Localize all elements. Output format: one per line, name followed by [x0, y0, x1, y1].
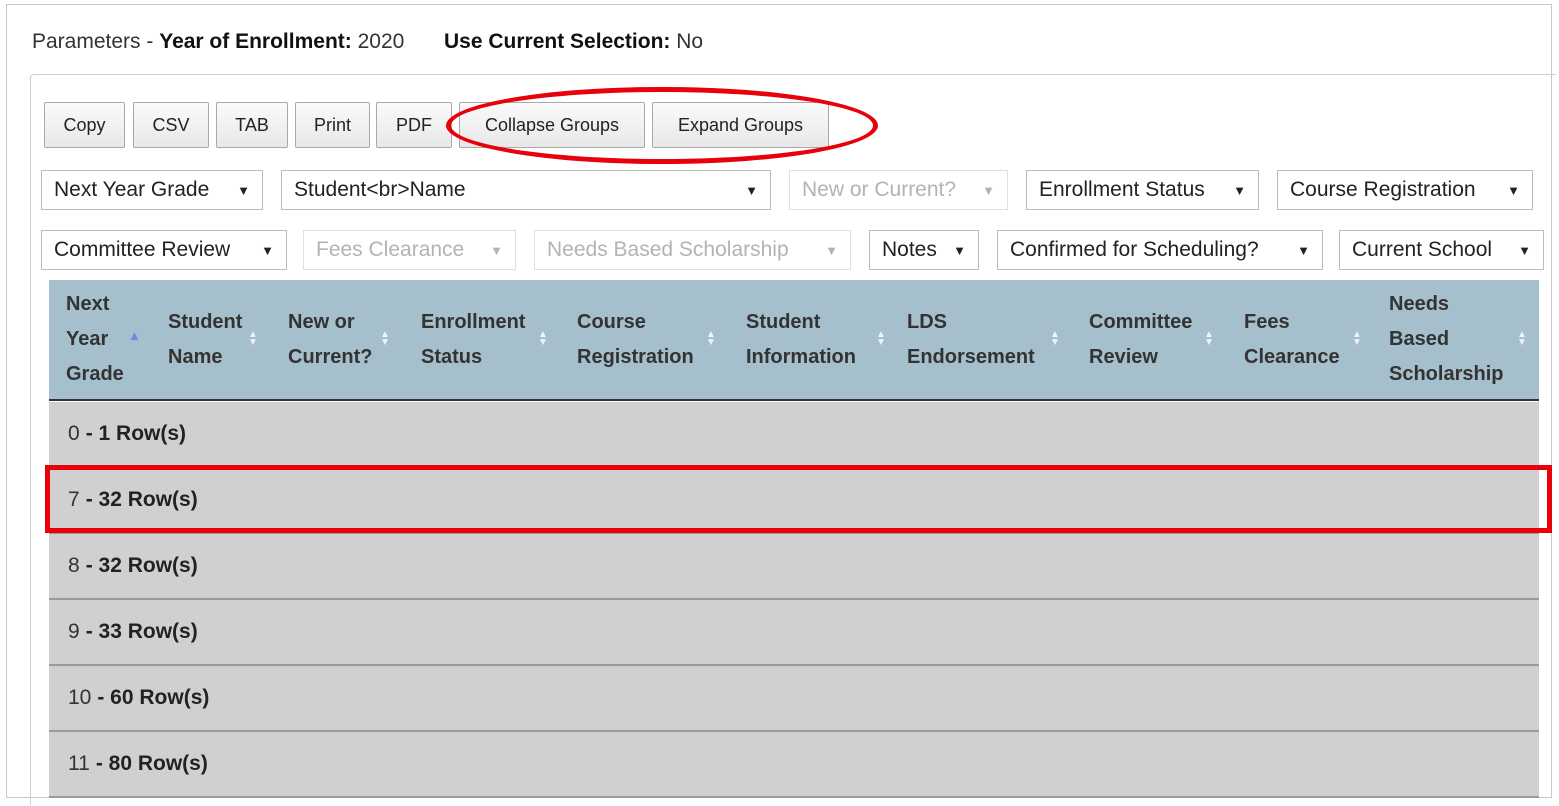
chevron-down-icon: ▼ [745, 182, 758, 198]
sort-icon: ▲ ▼ [876, 329, 886, 348]
notes-filter[interactable]: Notes ▼ [869, 230, 979, 270]
group-count: - 80 Row(s) [95, 752, 208, 775]
next-year-grade-filter-label: Next Year Grade [54, 178, 210, 201]
sort-icon: ▲ ▼ [1204, 329, 1214, 348]
confirmed-for-scheduling-filter-label: Confirmed for Scheduling? [1010, 238, 1259, 261]
group-row[interactable]: 11 - 80 Row(s) [49, 732, 1539, 798]
use-current-selection-value: No [676, 30, 704, 53]
enrollment-status-filter-label: Enrollment Status [1039, 178, 1205, 201]
column-header-fees-clearance[interactable]: Fees Clearance ▲ ▼ [1244, 280, 1364, 399]
group-count: - 1 Row(s) [85, 422, 187, 445]
column-header-next-year-grade[interactable]: Next Year Grade ▲ [66, 280, 151, 399]
group-key: 10 [68, 686, 92, 709]
csv-button[interactable]: CSV [133, 102, 209, 148]
column-header-committee-review[interactable]: Committee Review ▲ ▼ [1089, 280, 1219, 399]
committee-review-filter-label: Committee Review [54, 238, 231, 261]
group-row[interactable]: 10 - 60 Row(s) [49, 666, 1539, 732]
pdf-button[interactable]: PDF [376, 102, 452, 148]
enrollment-status-filter[interactable]: Enrollment Status ▼ [1026, 170, 1259, 210]
group-count: - 60 Row(s) [97, 686, 210, 709]
column-header-student-information[interactable]: Student Information ▲ ▼ [746, 280, 886, 399]
use-current-selection-label: Use Current Selection: [444, 30, 671, 53]
year-of-enrollment-label: Year of Enrollment: [159, 30, 352, 53]
chevron-down-icon: ▼ [1507, 182, 1520, 198]
expand-groups-button[interactable]: Expand Groups [652, 102, 829, 148]
chevron-down-icon: ▼ [237, 182, 250, 198]
course-registration-filter[interactable]: Course Registration ▼ [1277, 170, 1533, 210]
tab-button[interactable]: TAB [216, 102, 288, 148]
column-header-student-name[interactable]: Student Name ▲ ▼ [168, 280, 268, 399]
group-row[interactable]: 9 - 33 Row(s) [49, 600, 1539, 666]
group-key: 0 [68, 422, 80, 445]
group-row[interactable]: 8 - 32 Row(s) [49, 534, 1539, 600]
column-header-lds-endorsement[interactable]: LDS Endorsement ▲ ▼ [907, 280, 1067, 399]
copy-button[interactable]: Copy [44, 102, 125, 148]
new-or-current-filter[interactable]: New or Current? ▼ [789, 170, 1008, 210]
collapse-groups-button[interactable]: Collapse Groups [459, 102, 645, 148]
column-header-needs-based-scholarship[interactable]: Needs Based Scholarship ▲ ▼ [1389, 280, 1534, 399]
student-name-filter[interactable]: Student<br>Name ▼ [281, 170, 771, 210]
group-count: - 32 Row(s) [85, 554, 198, 577]
group-key: 7 [68, 488, 80, 511]
sort-icon: ▲ ▼ [1352, 329, 1362, 348]
column-header-enrollment-status[interactable]: Enrollment Status ▲ ▼ [421, 280, 556, 399]
sort-icon: ▲ ▼ [538, 329, 548, 348]
chevron-down-icon: ▼ [982, 182, 995, 198]
table-header: Next Year Grade ▲ Student Name ▲ ▼ New or… [49, 280, 1539, 401]
sort-icon: ▲ ▼ [1050, 329, 1060, 348]
student-name-filter-label: Student<br>Name [294, 178, 466, 201]
committee-review-filter[interactable]: Committee Review ▼ [41, 230, 287, 270]
fees-clearance-filter[interactable]: Fees Clearance ▼ [303, 230, 516, 270]
chevron-down-icon: ▼ [953, 242, 966, 258]
sort-icon: ▲ ▼ [1517, 329, 1527, 348]
chevron-down-icon: ▼ [261, 242, 274, 258]
group-key: 11 [68, 752, 90, 775]
course-registration-filter-label: Course Registration [1290, 178, 1476, 201]
group-key: 8 [68, 554, 80, 577]
notes-filter-label: Notes [882, 238, 937, 261]
chevron-down-icon: ▼ [1297, 242, 1310, 258]
group-count: - 32 Row(s) [85, 488, 198, 511]
new-or-current-filter-label: New or Current? [802, 178, 957, 201]
print-button[interactable]: Print [295, 102, 370, 148]
fees-clearance-filter-label: Fees Clearance [316, 238, 465, 261]
current-school-filter[interactable]: Current School ▼ [1339, 230, 1544, 270]
sort-icon: ▲ ▼ [380, 329, 390, 348]
sort-ascending-icon: ▲ [128, 328, 141, 343]
group-row[interactable]: 7 - 32 Row(s) [49, 468, 1539, 534]
column-header-new-or-current[interactable]: New or Current? ▲ ▼ [288, 280, 398, 399]
group-count: - 33 Row(s) [85, 620, 198, 643]
year-of-enrollment-value: 2020 [357, 30, 405, 53]
parameters-line: Parameters - Year of Enrollment: 2020 Us… [32, 30, 703, 54]
chevron-down-icon: ▼ [490, 242, 503, 258]
chevron-down-icon: ▼ [1233, 182, 1246, 198]
chevron-down-icon: ▼ [825, 242, 838, 258]
sort-icon: ▲ ▼ [706, 329, 716, 348]
confirmed-for-scheduling-filter[interactable]: Confirmed for Scheduling? ▼ [997, 230, 1323, 270]
needs-based-scholarship-filter-label: Needs Based Scholarship [547, 238, 789, 261]
next-year-grade-filter[interactable]: Next Year Grade ▼ [41, 170, 263, 210]
group-key: 9 [68, 620, 80, 643]
sort-icon: ▲ ▼ [248, 329, 258, 348]
current-school-filter-label: Current School [1352, 238, 1493, 261]
needs-based-scholarship-filter[interactable]: Needs Based Scholarship ▼ [534, 230, 851, 270]
chevron-down-icon: ▼ [1518, 242, 1531, 258]
group-row[interactable]: 0 - 1 Row(s) [49, 402, 1539, 468]
column-header-course-registration[interactable]: Course Registration ▲ ▼ [577, 280, 722, 399]
parameters-prefix: Parameters - [32, 30, 154, 53]
